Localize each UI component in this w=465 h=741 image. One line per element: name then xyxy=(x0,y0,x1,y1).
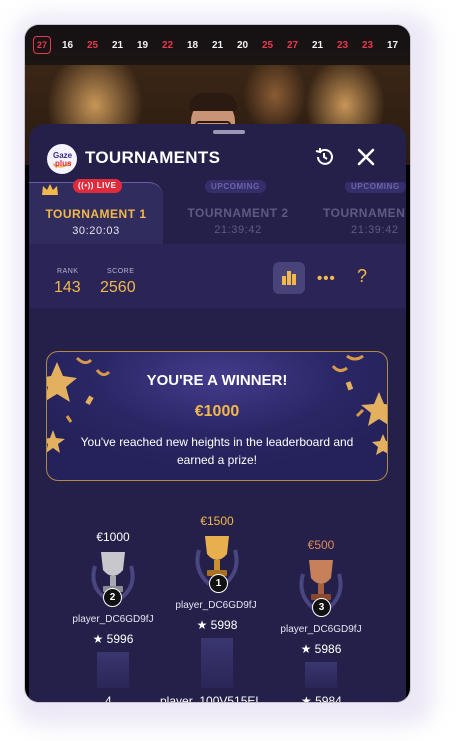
more-icon[interactable]: ••• xyxy=(317,270,336,287)
podium-prize: €1000 xyxy=(96,530,130,544)
podium-pillar xyxy=(305,662,337,688)
player-name: player_DC6GD9fJ xyxy=(175,600,257,611)
player-score: ★ 5986 xyxy=(300,642,342,656)
dealer-hair xyxy=(189,93,237,111)
roulette-history-bar: 27 16 25 21 19 22 18 21 20 25 27 21 23 23 17 xyxy=(25,25,410,65)
tab-tournament-3[interactable]: UPCOMING TOURNAMEN 21:39:42 xyxy=(311,182,406,244)
tournaments-sheet: Gaze plus TOURNAMENTS ((•)) LIVE TOURNAM… xyxy=(29,124,406,702)
score-value: 2560 xyxy=(100,279,136,296)
help-icon[interactable]: ? xyxy=(357,266,367,287)
device-frame: 27 16 25 21 19 22 18 21 20 25 27 21 23 23 17 Gaze plus… xyxy=(25,25,410,702)
roulette-number: 23 xyxy=(336,39,349,51)
crown-icon xyxy=(42,184,58,195)
tab-countdown: 21:39:42 xyxy=(214,224,262,236)
logo-line2: plus xyxy=(55,159,72,168)
podium-prize: €500 xyxy=(307,538,335,552)
podium-pillar xyxy=(201,638,233,688)
winner-message: You've reached new heights in the leader… xyxy=(80,435,354,467)
rank-value: 143 xyxy=(54,279,81,296)
leaderboard-body: YOU'RE A WINNER! €1000 You've reached ne… xyxy=(29,308,406,702)
roulette-number: 18 xyxy=(186,39,199,51)
roulette-number: 21 xyxy=(111,39,124,51)
history-icon xyxy=(315,148,333,165)
roulette-number: 27 xyxy=(286,39,299,51)
upcoming-badge: UPCOMING xyxy=(345,182,406,193)
tab-countdown: 21:39:42 xyxy=(351,224,399,236)
roulette-number: 16 xyxy=(61,39,74,51)
tab-countdown: 30:20:03 xyxy=(72,225,120,237)
roulette-number: 25 xyxy=(86,39,99,51)
roulette-number: 21 xyxy=(311,39,324,51)
live-badge: ((•)) LIVE xyxy=(73,179,123,193)
row-score: ★ 5984 xyxy=(301,694,342,702)
player-name: player_DC6GD9fJ xyxy=(280,624,362,635)
bar-chart-icon xyxy=(282,271,296,285)
roulette-number: 19 xyxy=(136,39,149,51)
roulette-number: 25 xyxy=(261,39,274,51)
rank-label: RANK xyxy=(57,268,79,275)
row-player-name: player_100V515EL xyxy=(160,694,263,702)
winner-banner: YOU'RE A WINNER! €1000 You've reached ne… xyxy=(46,351,388,481)
player-score: ★ 5998 xyxy=(196,618,238,632)
tab-name: TOURNAMENT 2 xyxy=(187,206,289,220)
tab-tournament-1[interactable]: ((•)) LIVE TOURNAMENT 1 30:20:03 xyxy=(29,179,163,245)
close-icon xyxy=(357,148,375,166)
winner-prize: €1000 xyxy=(194,403,240,420)
winner-title: YOU'RE A WINNER! xyxy=(146,372,288,389)
live-icon: ((•)) xyxy=(78,181,97,190)
leaderboard-button[interactable] xyxy=(273,262,305,294)
roulette-number: 27 xyxy=(33,36,51,54)
tab-name: TOURNAMEN xyxy=(323,206,406,220)
podium-prize: €1500 xyxy=(200,514,234,528)
brand-logo: Gaze plus xyxy=(47,144,77,174)
tournament-tabs: ((•)) LIVE TOURNAMENT 1 30:20:03 UPCOMIN… xyxy=(29,179,406,245)
rank-badge: 2 xyxy=(103,588,122,607)
score-label: SCORE xyxy=(107,268,135,275)
roulette-number: 20 xyxy=(236,39,249,51)
roulette-number: 21 xyxy=(211,39,224,51)
upcoming-badge: UPCOMING xyxy=(205,180,266,193)
rank-badge: 1 xyxy=(209,574,228,593)
live-badge-label: LIVE xyxy=(96,181,117,190)
drag-handle[interactable] xyxy=(213,130,245,134)
close-button[interactable] xyxy=(355,146,377,168)
player-name: player_DC6GD9fJ xyxy=(72,614,154,625)
podium-pillar xyxy=(97,652,129,688)
rank-badge: 3 xyxy=(312,598,331,617)
tab-name: TOURNAMENT 1 xyxy=(45,207,147,221)
roulette-number: 23 xyxy=(361,39,374,51)
page-title: TOURNAMENTS xyxy=(85,148,221,167)
row-rank: 4 xyxy=(105,694,112,702)
history-button[interactable] xyxy=(313,146,335,168)
roulette-number: 22 xyxy=(161,39,174,51)
roulette-number: 17 xyxy=(386,39,399,51)
stats-row: RANK 143 SCORE 2560 ••• ? xyxy=(29,244,406,308)
player-score: ★ 5996 xyxy=(92,632,134,646)
tab-tournament-2[interactable]: UPCOMING TOURNAMENT 2 21:39:42 xyxy=(171,180,305,244)
